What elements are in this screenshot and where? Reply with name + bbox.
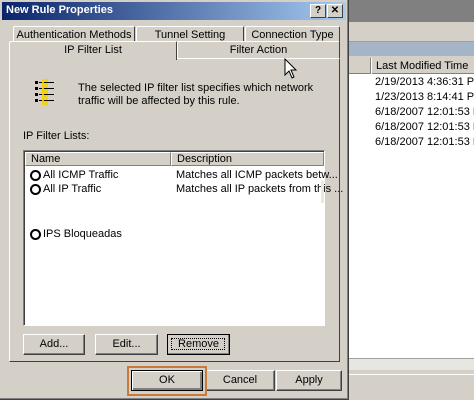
ip-filter-lists-label: IP Filter Lists:: [23, 130, 90, 142]
add-button-label: Add...: [39, 338, 69, 350]
remove-button[interactable]: Remove: [167, 334, 230, 355]
focus-indicator: [171, 338, 225, 350]
list-item[interactable]: 2/19/2013 4:36:31 PM: [375, 76, 474, 88]
cancel-button[interactable]: Cancel: [205, 370, 275, 391]
background-header-band: [345, 42, 474, 56]
ip-filter-list-panel: The selected IP filter list specifies wh…: [9, 58, 343, 362]
table-row[interactable]: All ICMP Traffic Matches all ICMP packet…: [30, 169, 338, 182]
column-header-description[interactable]: Description: [171, 152, 324, 166]
table-row[interactable]: All IP Traffic Matches all IP packets fr…: [30, 183, 343, 196]
radio-button[interactable]: [30, 229, 41, 240]
info-text: The selected IP filter list specifies wh…: [78, 82, 314, 107]
dialog-titlebar[interactable]: New Rule Properties ? ✕: [2, 2, 346, 20]
mouse-pointer-icon: [284, 58, 298, 79]
cancel-button-label: Cancel: [222, 374, 258, 386]
edit-button-label: Edit...: [112, 338, 141, 350]
list-item[interactable]: 1/23/2013 8:14:41 PM: [375, 91, 474, 103]
radio-button[interactable]: [30, 170, 41, 181]
row-description: Matches all ICMP packets betw...: [176, 169, 338, 181]
close-button[interactable]: ✕: [327, 4, 343, 18]
row-name: All ICMP Traffic: [43, 169, 119, 181]
apply-button[interactable]: Apply: [276, 370, 342, 391]
tab-filter-action[interactable]: Filter Action: [177, 41, 340, 59]
ip-filter-list-icon: [35, 79, 54, 105]
table-row[interactable]: IPS Bloqueadas: [30, 228, 320, 241]
radio-button[interactable]: [30, 184, 41, 195]
tab-ip-filter-list[interactable]: IP Filter List: [9, 41, 177, 60]
help-button[interactable]: ?: [310, 4, 326, 18]
column-header-label: Last Modified Time: [376, 60, 469, 72]
ok-button-highlight: [127, 366, 207, 396]
column-header-last-modified[interactable]: Last Modified Time: [346, 58, 474, 74]
status-bar: [345, 374, 474, 400]
background-list: Last Modified Time 2/19/2013 4:36:31 PM …: [345, 58, 474, 370]
apply-button-label: Apply: [295, 374, 323, 386]
row-description: Matches all IP packets from this ...: [176, 183, 344, 195]
background-toolbar: [345, 22, 474, 42]
column-separator: [370, 58, 372, 74]
list-item[interactable]: 6/18/2007 12:01:53 PM: [375, 106, 474, 118]
list-item[interactable]: 6/18/2007 12:01:53 PM: [375, 121, 474, 133]
edit-button[interactable]: Edit...: [95, 334, 158, 355]
table-header: Name Description: [25, 152, 324, 166]
scrollbar-thumb[interactable]: [321, 181, 324, 203]
column-header-name[interactable]: Name: [25, 152, 171, 166]
dialog-title: New Rule Properties: [6, 4, 113, 16]
add-button[interactable]: Add...: [23, 334, 85, 355]
row-name: All IP Traffic: [43, 183, 102, 195]
row-name: IPS Bloqueadas: [43, 228, 122, 240]
ip-filter-lists-table[interactable]: Name Description All ICMP Traffic Matche…: [23, 150, 343, 326]
horizontal-scrollbar[interactable]: [345, 358, 474, 370]
list-item[interactable]: 6/18/2007 12:01:53 PM: [375, 136, 474, 148]
